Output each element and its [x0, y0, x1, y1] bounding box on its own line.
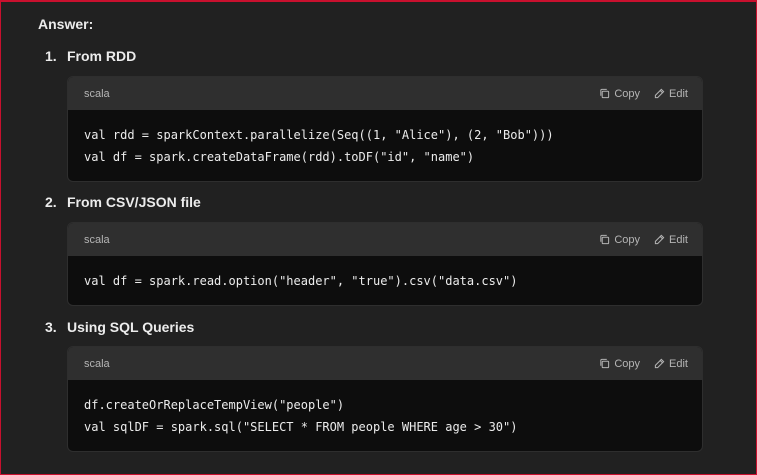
code-actions: Copy Edit — [599, 234, 688, 246]
step-title: From RDD — [67, 48, 137, 64]
pencil-icon — [654, 88, 665, 99]
code-actions: Copy Edit — [599, 88, 688, 100]
code-block-header: scala Copy Edit — [68, 77, 702, 110]
code-line: val df = spark.createDataFrame(rdd).toDF… — [84, 150, 475, 164]
pencil-icon — [654, 234, 665, 245]
step-2: 2. From CSV/JSON file — [45, 194, 201, 210]
copy-icon — [600, 88, 610, 99]
step-number: 2. — [45, 194, 57, 210]
copy-label: Copy — [614, 357, 641, 370]
copy-label: Copy — [614, 87, 641, 100]
code-language-label: scala — [84, 233, 110, 246]
copy-button[interactable]: Copy — [599, 358, 640, 370]
code-line: val sqlDF = spark.sql("SELECT * FROM peo… — [84, 420, 518, 434]
code-block-sql: scala Copy Edit df.createOrReplaceTempVi… — [67, 346, 703, 452]
code-block-rdd: scala Copy Edit val rdd = sparkContext.p… — [67, 76, 703, 182]
step-3: 3. Using SQL Queries — [45, 319, 194, 335]
code-body[interactable]: val df = spark.read.option("header", "tr… — [68, 256, 702, 305]
code-actions: Copy Edit — [599, 358, 688, 370]
answer-label: Answer: — [38, 16, 94, 32]
step-number: 1. — [45, 48, 57, 64]
code-body[interactable]: df.createOrReplaceTempView("people") val … — [68, 380, 702, 451]
step-1: 1. From RDD — [45, 48, 136, 64]
copy-icon — [600, 358, 610, 369]
code-line: val rdd = sparkContext.parallelize(Seq((… — [84, 128, 554, 142]
code-block-csv: scala Copy Edit val df = spark.read.opti… — [67, 222, 703, 306]
copy-button[interactable]: Copy — [599, 88, 640, 100]
copy-button[interactable]: Copy — [599, 234, 640, 246]
code-line: df.createOrReplaceTempView("people") — [84, 398, 345, 412]
edit-label: Edit — [669, 233, 688, 246]
pencil-icon — [654, 358, 665, 369]
step-number: 3. — [45, 319, 57, 335]
code-body[interactable]: val rdd = sparkContext.parallelize(Seq((… — [68, 110, 702, 181]
code-language-label: scala — [84, 87, 110, 100]
edit-label: Edit — [669, 357, 688, 370]
chat-message-frame: Answer: 1. From RDD scala Copy Edit val r… — [0, 0, 757, 475]
code-block-header: scala Copy Edit — [68, 347, 702, 380]
edit-label: Edit — [669, 87, 688, 100]
code-line: val df = spark.read.option("header", "tr… — [84, 274, 518, 288]
step-title: Using SQL Queries — [67, 319, 195, 335]
step-title: From CSV/JSON file — [67, 194, 201, 210]
edit-button[interactable]: Edit — [654, 234, 688, 246]
copy-icon — [600, 234, 610, 245]
copy-label: Copy — [614, 233, 641, 246]
code-language-label: scala — [84, 357, 110, 370]
edit-button[interactable]: Edit — [654, 88, 688, 100]
code-block-header: scala Copy Edit — [68, 223, 702, 256]
edit-button[interactable]: Edit — [654, 358, 688, 370]
